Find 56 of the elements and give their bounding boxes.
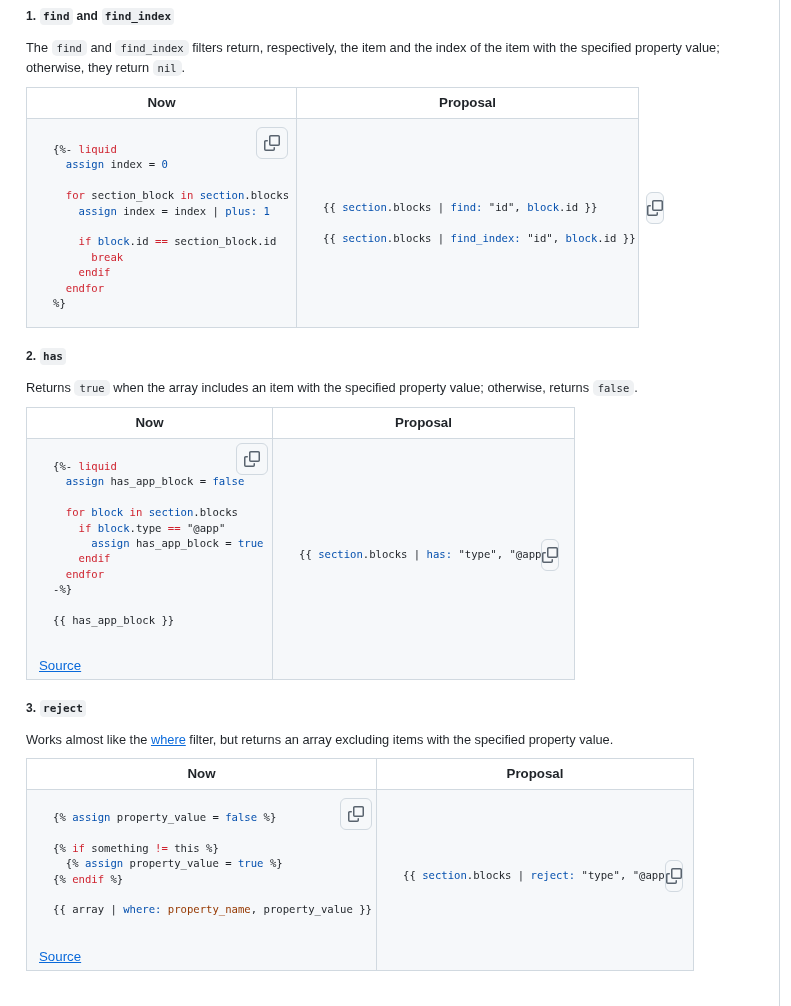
code-line: endif — [77, 265, 111, 281]
code-line: {% if something != this %} — [53, 840, 219, 856]
code-line: {%- liquid — [53, 142, 117, 157]
copy-button[interactable] — [645, 191, 664, 224]
code-line: {{ section.blocks | has: "type", "@app — [299, 547, 542, 563]
code-line: for section_block in section.blocks — [64, 188, 289, 204]
code-line: {{ section.blocks | find: "id", block.id }} — [323, 199, 598, 216]
code-line: if block.type == "@app" — [77, 520, 226, 536]
code-line: {{ array | where: property_name, property_value }} — [53, 902, 372, 918]
copy-icon — [646, 199, 663, 216]
copy-icon — [264, 135, 280, 151]
code-line: {% endif %} — [53, 871, 124, 887]
code-line: {{ has_app_block }} — [53, 613, 175, 629]
copy-button[interactable] — [256, 127, 288, 159]
where-link[interactable]: where — [150, 732, 186, 747]
code-line: assign index = 0 — [64, 157, 168, 173]
heading-text: 2. — [26, 349, 36, 363]
heading-text: 1. — [26, 9, 36, 23]
code-line: {% assign property_value = true %} — [64, 856, 283, 872]
heading-text: and — [76, 9, 98, 23]
copy-icon — [542, 547, 559, 563]
description-text: The find and find_index filters return, respectively, the item and the index of the item with the specified property value; otherwise, they return nil . — [26, 39, 721, 78]
copy-button[interactable] — [664, 860, 683, 892]
code-line: {% assign property_value = false %} — [53, 810, 277, 826]
description-text: Returns true when the array includes an item with the specified property value; otherwise, returns false . — [26, 379, 639, 398]
heading-code: reject — [40, 699, 86, 717]
code-line: {%- liquid — [53, 459, 117, 474]
copy-icon — [665, 868, 682, 884]
copy-button[interactable] — [236, 443, 268, 475]
code-line: -%} — [53, 582, 73, 598]
copy-icon — [244, 451, 260, 467]
heading-text: 3. — [26, 701, 36, 715]
column-header: Now — [27, 759, 377, 790]
code-line: endfor — [64, 566, 105, 582]
code-line: endif — [77, 551, 111, 567]
column-header: Now — [27, 88, 297, 119]
heading-code: find — [40, 7, 73, 25]
code-line: assign index = index | plus: 1 — [77, 203, 270, 219]
code-line: %} — [53, 296, 66, 312]
code-line: break — [90, 249, 124, 265]
code-line: assign has_app_block = false — [64, 474, 245, 490]
copy-button[interactable] — [340, 798, 372, 830]
heading-code: has — [40, 347, 66, 365]
heading-code: find_index — [101, 7, 175, 25]
copy-icon — [348, 806, 364, 822]
code-line: endfor — [64, 280, 105, 296]
description-text: Works almost like the where filter, but returns an array excluding items with the specified property value. — [26, 731, 615, 749]
code-line: assign has_app_block = true — [90, 536, 264, 552]
code-line: {{ section.blocks | find_index: "id", block.id }} — [323, 230, 636, 247]
code-line: for block in section.blocks — [64, 505, 238, 521]
copy-button[interactable] — [541, 539, 560, 571]
code-line: if block.id == section_block.id — [77, 234, 277, 250]
column-header: Now — [27, 408, 273, 439]
code-line: {{ section.blocks | reject: "type", "@app — [403, 868, 665, 884]
source-link[interactable]: Source — [39, 949, 350, 964]
source-link[interactable]: Source — [39, 658, 246, 673]
